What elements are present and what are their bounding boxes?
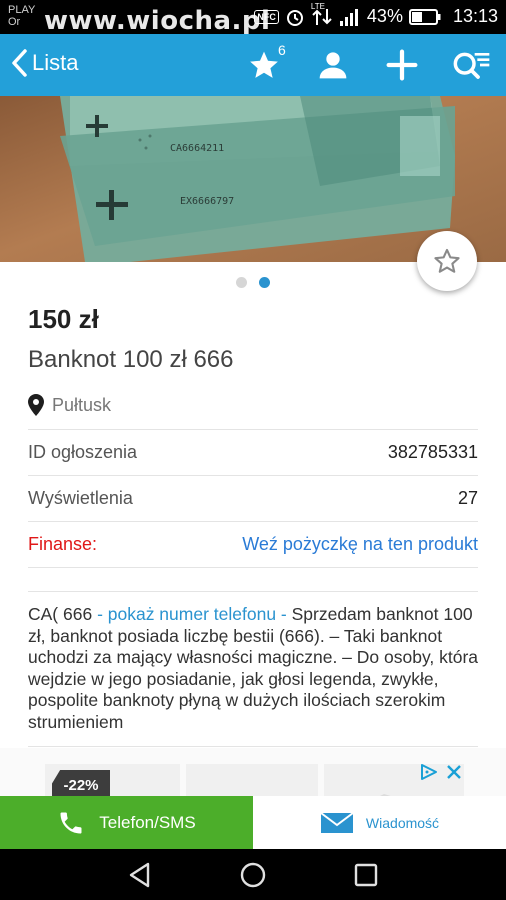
svg-text:CA6664211: CA6664211 xyxy=(170,143,224,154)
message-label: Wiadomość xyxy=(365,814,440,831)
lte-label: LTE xyxy=(310,1,325,11)
status-bar: PLAY Or www.wiocha.pl NFC LTE 43% 13:13 xyxy=(0,0,506,36)
chevron-left-icon xyxy=(12,49,27,77)
nav-recents-button[interactable] xyxy=(352,861,380,894)
ad-controls xyxy=(418,762,465,782)
back-button[interactable]: Lista xyxy=(10,48,78,78)
favorites-count-badge: 6 xyxy=(278,42,286,58)
status-icons: NFC LTE 43% 13:13 xyxy=(254,2,498,27)
detail-value: 27 xyxy=(457,488,478,508)
detail-label: ID ogłoszenia xyxy=(28,442,138,462)
signal-bars-icon xyxy=(339,7,361,27)
square-recents-icon xyxy=(354,863,378,887)
call-sms-label: Telefon/SMS xyxy=(99,812,196,832)
listing-description: CA( 666 - pokaż numer telefonu - Sprzeda… xyxy=(28,604,480,733)
detail-label: Wyświetlenia xyxy=(28,488,133,508)
close-ad-icon[interactable] xyxy=(443,762,465,782)
carrier-name: PLAY Or xyxy=(8,4,35,28)
plus-icon xyxy=(386,49,418,81)
phone-icon xyxy=(60,812,82,833)
back-label: Lista xyxy=(32,50,79,75)
page-dot-active[interactable] xyxy=(259,277,270,288)
finance-label: Finanse: xyxy=(28,534,98,554)
gallery-pagination xyxy=(236,277,270,288)
favorites-button[interactable] xyxy=(248,49,280,86)
star-outline-icon xyxy=(434,248,460,273)
detail-row-views: Wyświetlenia 27 xyxy=(28,476,478,522)
battery-percent: 43% xyxy=(366,6,403,26)
listing-title: Banknot 100 zł 666 xyxy=(28,346,234,373)
profile-button[interactable] xyxy=(317,49,349,86)
divider xyxy=(28,591,478,592)
description-prefix: CA( 666 xyxy=(28,604,98,624)
clock: 13:13 xyxy=(452,6,498,26)
nav-home-button[interactable] xyxy=(239,861,267,894)
svg-text:EX6666797: EX6666797 xyxy=(180,196,234,207)
show-phone-link[interactable]: - pokaż numer telefonu - xyxy=(97,604,287,624)
nfc-icon: NFC xyxy=(254,9,279,24)
listing-location[interactable]: Pułtusk xyxy=(28,394,111,416)
location-label: Pułtusk xyxy=(52,394,112,415)
loan-link[interactable]: Weź pożyczkę na ten produkt xyxy=(242,534,478,555)
circle-home-icon xyxy=(240,862,266,888)
carrier-line-1: PLAY xyxy=(8,4,36,16)
app-bar: Lista 6 xyxy=(0,34,506,96)
listing-price: 150 zł xyxy=(28,304,99,334)
add-to-favorites-button[interactable] xyxy=(417,231,477,291)
profile-icon xyxy=(319,52,347,79)
call-sms-button[interactable]: Telefon/SMS xyxy=(0,796,253,849)
detail-row-id: ID ogłoszenia 382785331 xyxy=(28,430,478,476)
battery-icon xyxy=(408,8,441,26)
search-icon xyxy=(453,52,490,79)
finance-row: Finanse: Weź pożyczkę na ten produkt xyxy=(28,522,478,568)
lte-signal-icon: LTE xyxy=(311,2,333,27)
add-listing-button[interactable] xyxy=(386,49,418,86)
adchoices-icon[interactable] xyxy=(418,762,440,782)
carrier-line-2: Or xyxy=(8,16,21,28)
system-navigation-bar xyxy=(0,849,506,900)
triangle-back-icon xyxy=(129,862,150,888)
watermark: www.wiocha.pl xyxy=(44,6,271,36)
divider xyxy=(28,746,478,747)
search-button[interactable] xyxy=(452,49,492,86)
page-dot[interactable] xyxy=(236,277,247,288)
envelope-icon xyxy=(320,811,354,833)
nav-back-button[interactable] xyxy=(126,861,154,894)
star-icon xyxy=(250,51,278,78)
alarm-icon xyxy=(285,7,305,27)
detail-value: 382785331 xyxy=(387,442,478,462)
message-button[interactable]: Wiadomość xyxy=(253,796,506,849)
location-pin-icon xyxy=(28,394,44,416)
